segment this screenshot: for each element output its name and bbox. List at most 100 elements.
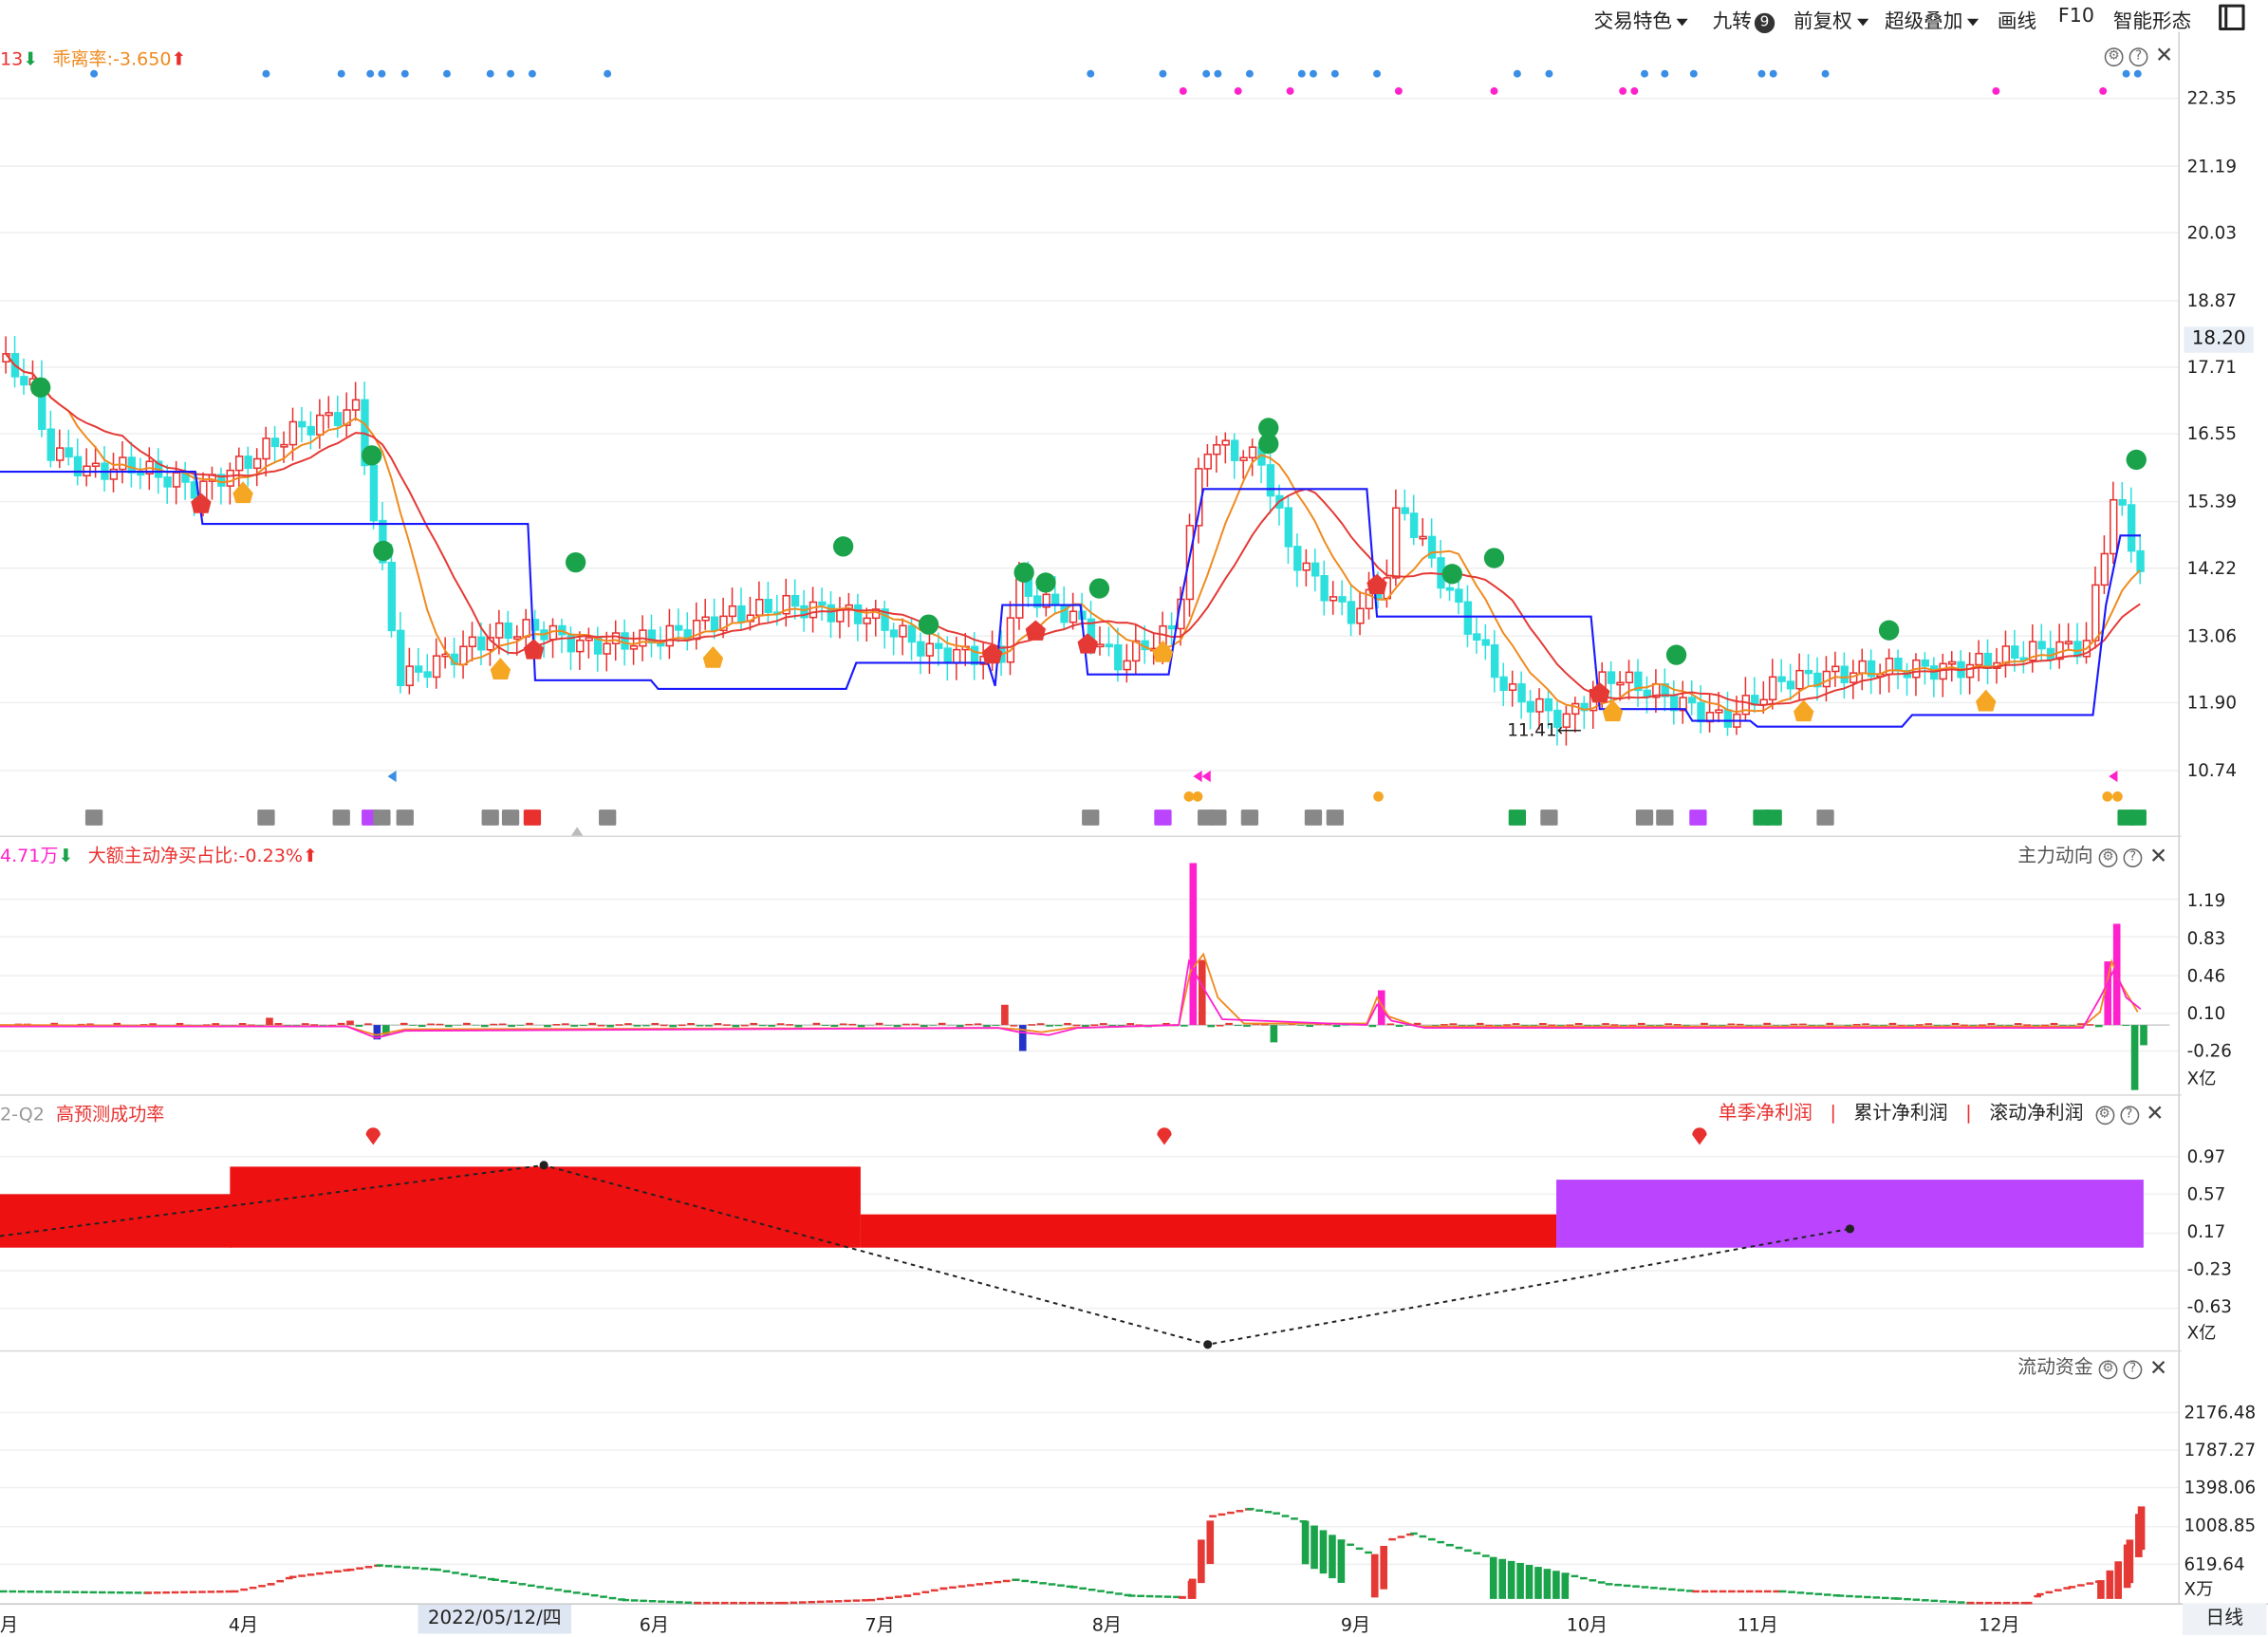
tab-cumulative-profit[interactable]: 累计净利润	[1854, 1103, 1948, 1125]
float-capital-bar	[1088, 1589, 1096, 1590]
candle-body	[1617, 682, 1624, 684]
sell-signal-icon	[1013, 563, 1033, 583]
candle-body	[496, 623, 503, 638]
float-capital-bar	[554, 1589, 562, 1590]
float-capital-bar	[9, 1590, 16, 1592]
flow-bar	[929, 1025, 937, 1026]
flow-bar	[957, 1025, 964, 1027]
flow-bar	[409, 1025, 417, 1026]
y-tick: 17.71	[2187, 357, 2237, 377]
period-selector[interactable]: 日线	[2183, 1603, 2266, 1635]
chart-canvas[interactable]	[0, 0, 2178, 1635]
flow-bar	[1988, 1023, 1996, 1025]
close-icon[interactable]: ✕	[2155, 42, 2173, 67]
help-icon[interactable]: ?	[2120, 1106, 2139, 1125]
candle-body	[1339, 597, 1346, 602]
float-capital-bar	[1571, 1575, 1579, 1577]
candle-body	[1393, 508, 1400, 578]
flow-bar	[1297, 1025, 1305, 1026]
flow-bar	[1333, 1025, 1341, 1027]
settings-icon[interactable]: ⚙	[2105, 47, 2124, 66]
flow-bar	[1503, 1024, 1511, 1026]
sell-signal-icon	[833, 536, 853, 556]
flow-bar	[1235, 1025, 1242, 1026]
tab-rolling-profit[interactable]: 滚动净利润	[1989, 1103, 2083, 1125]
flow-bar	[1674, 1024, 1682, 1026]
float-capital-bar	[172, 1591, 179, 1593]
close-icon[interactable]: ✕	[2146, 1100, 2164, 1125]
prediction-rate-label: 高预测成功率	[56, 1103, 164, 1125]
flow-bar	[795, 1025, 803, 1027]
float-capital-bar	[1864, 1596, 1871, 1598]
float-capital-bar	[385, 1565, 393, 1567]
star-icon	[1373, 791, 1384, 802]
event-star-icon	[2123, 70, 2130, 78]
candle-body	[2038, 642, 2045, 648]
flow-bar	[884, 1025, 892, 1026]
candle-body	[855, 605, 862, 623]
float-capital-bar	[45, 1590, 52, 1592]
float-capital-bar	[1632, 1585, 1640, 1587]
candle-body	[918, 642, 924, 656]
profit-pane-header: 2-Q2 高预测成功率	[0, 1099, 164, 1126]
float-capital-bar	[844, 1600, 851, 1602]
flow-pane-header: 4.71万⬇ 大额主动净买占比:-0.23%⬆	[0, 840, 318, 867]
info-tag-icon	[502, 809, 519, 826]
candle-body	[1922, 660, 1928, 666]
flow-bar	[562, 1023, 569, 1025]
float-capital-bar	[1534, 1567, 1542, 1599]
settings-icon[interactable]: ⚙	[2099, 1361, 2118, 1380]
month-label: 11月	[1738, 1609, 1778, 1637]
buy-signal-icon	[703, 646, 723, 668]
float-capital-bar	[546, 1588, 553, 1590]
float-capital-bar	[739, 1602, 747, 1604]
flow-bar	[1011, 1025, 1018, 1027]
candle-body	[2012, 646, 2018, 658]
crosshair-date-label: 2022/05/12/四	[418, 1605, 571, 1633]
float-capital-bar	[1265, 1511, 1273, 1513]
float-capital-bar	[1410, 1533, 1418, 1535]
candle-body	[1528, 701, 1534, 712]
help-icon[interactable]: ?	[2124, 1361, 2143, 1380]
float-capital-bar	[356, 1567, 363, 1569]
float-capital-bar	[27, 1590, 34, 1592]
tab-quarterly-profit[interactable]: 单季净利润	[1719, 1103, 1813, 1125]
candle-body	[1770, 677, 1776, 699]
arrow-left-icon: ⟵	[1557, 720, 1582, 740]
sidebar-toggle-icon[interactable]	[2219, 5, 2244, 30]
buy-signal-icon	[232, 481, 252, 503]
close-icon[interactable]: ✕	[2149, 1354, 2167, 1380]
flow-bar	[741, 1025, 749, 1027]
float-capital-bar	[1338, 1539, 1346, 1541]
float-capital-bar	[730, 1602, 737, 1604]
candle-body	[1500, 677, 1507, 690]
close-icon[interactable]: ✕	[2149, 843, 2167, 868]
flow-bar	[1441, 1024, 1448, 1026]
y-tick: 14.22	[2187, 558, 2237, 578]
float-capital-bar	[994, 1581, 1001, 1583]
flow-bar	[1046, 1025, 1053, 1027]
flow-bar	[1602, 1023, 1609, 1025]
flag-icon	[1193, 771, 1201, 782]
float-capital-bar	[394, 1566, 401, 1568]
info-tag-icon	[1765, 809, 1782, 826]
float-capital-bar	[1338, 1539, 1346, 1583]
settings-icon[interactable]: ⚙	[2095, 1106, 2114, 1125]
candle-body	[827, 605, 834, 622]
float-capital-bar	[2012, 1602, 2019, 1604]
float-capital-bar	[125, 1591, 133, 1593]
help-icon[interactable]: ?	[2124, 848, 2143, 867]
flow-bar	[679, 1025, 686, 1027]
float-capital-bar	[1218, 1514, 1226, 1516]
flow-bar	[669, 1025, 677, 1027]
float-capital-bar	[1720, 1590, 1727, 1592]
settings-icon[interactable]: ⚙	[2099, 848, 2118, 867]
float-pane-title: 流动资金	[2017, 1357, 2092, 1379]
forecast-point	[1203, 1340, 1212, 1349]
float-capital-bar	[1526, 1565, 1534, 1599]
float-capital-bar	[1490, 1557, 1497, 1599]
info-tag-icon	[1209, 809, 1226, 826]
candle-body	[57, 448, 64, 460]
help-icon[interactable]: ?	[2129, 47, 2148, 66]
flow-bar	[876, 1023, 883, 1025]
